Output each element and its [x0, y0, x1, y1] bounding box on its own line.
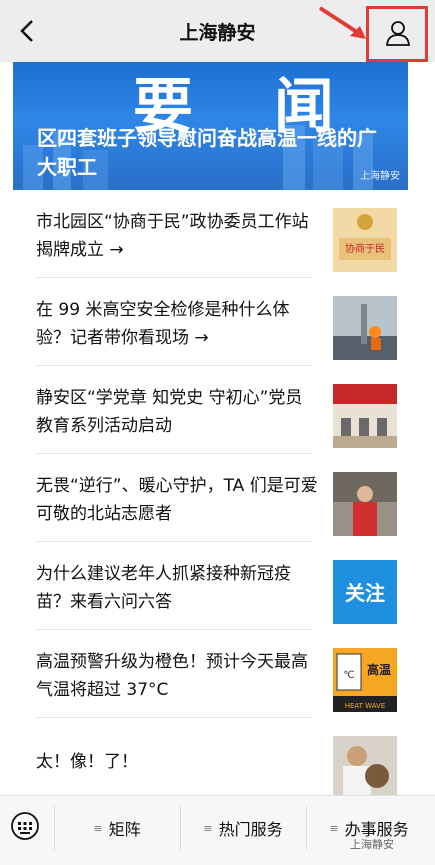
svg-text:高温: 高温 — [367, 662, 391, 677]
news-title: 太！像！了！ — [36, 752, 138, 772]
banner-headline: 区四套班子领导慰问奋战高温一线的广大职工 — [37, 126, 377, 179]
list-item[interactable]: 太！像！了！ — [0, 720, 435, 806]
divider — [36, 365, 312, 366]
list-item[interactable]: 高温预警升级为橙色！预计今天最高气温将超过 37°C ℃ 高温 HEAT WAV… — [0, 632, 435, 718]
profile-button[interactable] — [366, 6, 428, 62]
news-title: 在 99 米高空安全检修是种什么体验？记者带你看现场 → — [36, 300, 290, 348]
divider — [36, 277, 312, 278]
news-thumbnail — [333, 384, 397, 448]
svg-text:HEAT WAVE: HEAT WAVE — [345, 702, 386, 710]
menu-icon: ≡ — [93, 821, 103, 835]
news-thumbnail: 关注 — [333, 560, 397, 624]
page-title: 上海静安 — [179, 21, 256, 44]
svg-text:关注: 关注 — [345, 581, 385, 605]
svg-text:协商于民: 协商于民 — [345, 242, 385, 255]
chevron-left-icon[interactable] — [14, 16, 44, 46]
news-title: 市北园区“协商于民”政协委员工作站揭牌成立 → — [36, 212, 309, 260]
menu-icon: ≡ — [203, 821, 213, 835]
banner-source: 上海静安 — [360, 171, 400, 182]
watermark: 上海静安 — [350, 838, 394, 851]
list-item[interactable]: 无畏“逆行”、暖心守护，TA 们是可爱可敬的北站志愿者 — [0, 456, 435, 542]
divider — [36, 541, 312, 542]
news-thumbnail: ℃ 高温 HEAT WAVE — [333, 648, 397, 712]
news-title: 为什么建议老年人抓紧接种新冠疫苗？来看六问六答 — [36, 564, 291, 612]
menu-tab-label: 矩阵 — [108, 820, 141, 839]
list-item[interactable]: 市北园区“协商于民”政协委员工作站揭牌成立 → 协商于民 — [0, 192, 435, 278]
divider — [36, 717, 312, 718]
list-item[interactable]: 为什么建议老年人抓紧接种新冠疫苗？来看六问六答 关注 — [0, 544, 435, 630]
divider — [36, 453, 312, 454]
news-title: 高温预警升级为橙色！预计今天最高气温将超过 37°C — [36, 652, 308, 700]
headline-banner[interactable]: 要 闻 区四套班子领导慰问奋战高温一线的广大职工 上海静安 — [13, 62, 408, 190]
news-thumbnail — [333, 472, 397, 536]
news-thumbnail: 协商于民 — [333, 208, 397, 272]
menu-icon: ≡ — [329, 821, 339, 835]
list-item[interactable]: 在 99 米高空安全检修是种什么体验？记者带你看现场 → — [0, 280, 435, 366]
person-icon — [386, 21, 410, 46]
news-title: 静安区“学党章 知党史 守初心”党员教育系列活动启动 — [36, 388, 303, 436]
news-title: 无畏“逆行”、暖心守护，TA 们是可爱可敬的北站志愿者 — [36, 476, 318, 524]
menu-tab-hot-services[interactable]: ≡ 热门服务 — [180, 810, 306, 846]
svg-text:℃: ℃ — [343, 670, 354, 681]
keyboard-icon[interactable] — [10, 811, 40, 841]
list-item[interactable]: 静安区“学党章 知党史 守初心”党员教育系列活动启动 — [0, 368, 435, 454]
news-thumbnail — [333, 296, 397, 360]
divider — [36, 629, 312, 630]
menu-tab-label: 热门服务 — [218, 820, 283, 839]
menu-tab-matrix[interactable]: ≡ 矩阵 — [54, 810, 180, 846]
news-thumbnail — [333, 736, 397, 800]
bottom-menu: ≡ 矩阵 ≡ 热门服务 ≡ 办事服务 上海静安 — [0, 795, 435, 865]
